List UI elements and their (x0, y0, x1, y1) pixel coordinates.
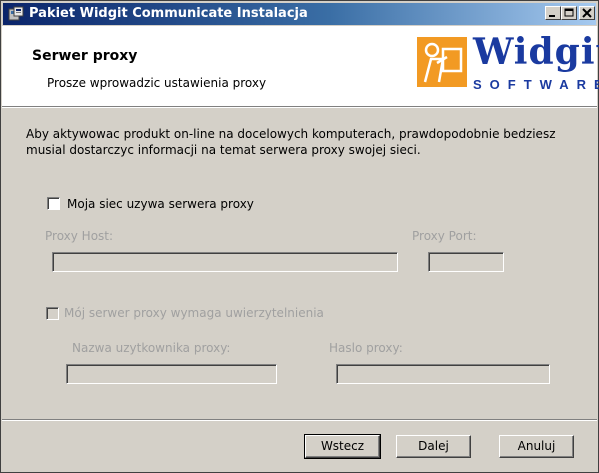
proxy-port-label: Proxy Port: (412, 229, 477, 243)
logo-figure-icon (417, 37, 467, 87)
proxy-host-field[interactable] (52, 252, 398, 272)
installer-icon (8, 6, 24, 21)
use-proxy-checkbox[interactable] (47, 197, 60, 210)
proxy-port-field[interactable] (428, 252, 504, 272)
installer-window: Pakiet Widgit Communicate Instalacja Ser… (0, 0, 599, 473)
logo-text: Widgit (473, 31, 599, 73)
cancel-button[interactable]: Anuluj (499, 435, 574, 458)
title-bar[interactable]: Pakiet Widgit Communicate Instalacja (3, 3, 596, 25)
window-title: Pakiet Widgit Communicate Instalacja (29, 6, 308, 21)
proxy-host-label: Proxy Host: (45, 229, 114, 243)
page-title: Serwer proxy (32, 48, 138, 64)
widgit-logo: Widgit SOFTWARE (417, 31, 599, 102)
page-subtitle: Prosze wprowadzic ustawienia proxy (47, 76, 267, 90)
back-button[interactable]: Wstecz (304, 434, 381, 459)
minimize-icon[interactable] (545, 6, 561, 20)
header-divider (2, 106, 597, 108)
logo-subtext: SOFTWARE (473, 77, 599, 92)
footer-divider (2, 419, 597, 421)
proxy-password-field[interactable] (336, 364, 550, 384)
proxy-password-label: Haslo proxy: (329, 341, 403, 355)
proxy-username-field[interactable] (66, 364, 277, 384)
maximize-icon[interactable] (561, 6, 577, 20)
use-proxy-label[interactable]: Moja siec uzywa serwera proxy (67, 197, 254, 211)
wizard-header: Serwer proxy Prosze wprowadzic ustawieni… (2, 26, 599, 106)
next-button[interactable]: Dalej (396, 435, 471, 458)
close-icon[interactable] (579, 6, 595, 20)
requires-auth-label: Mój serwer proxy wymaga uwierzytelnienia (64, 306, 324, 320)
description-text: Aby aktywowac produkt on-line na docelow… (26, 127, 556, 157)
requires-auth-checkbox[interactable] (46, 307, 59, 320)
proxy-username-label: Nazwa uzytkownika proxy: (72, 341, 231, 355)
